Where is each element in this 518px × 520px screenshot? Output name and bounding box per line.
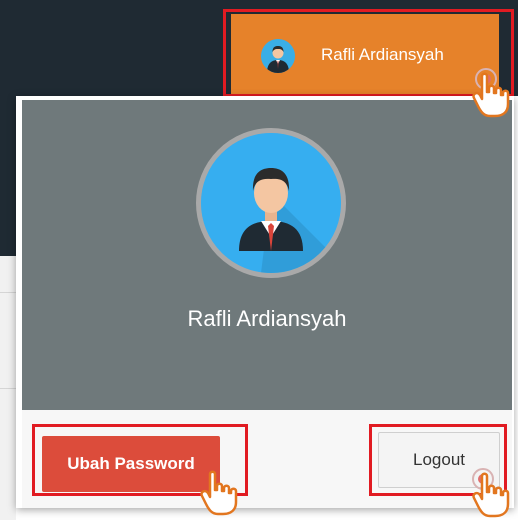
page-background xyxy=(0,96,16,520)
sidebar-dark-strip xyxy=(0,96,16,256)
user-avatar-icon xyxy=(261,39,295,73)
user-menu-button[interactable]: Rafli Ardiansyah xyxy=(231,14,499,100)
divider xyxy=(0,292,16,293)
user-avatar-icon xyxy=(261,39,295,73)
profile-header: Rafli Ardiansyah xyxy=(22,100,512,410)
app-frame: Rafli Ardiansyah Rafli Ardiansyah Ubah P… xyxy=(0,0,518,520)
logout-button[interactable]: Logout xyxy=(378,432,500,488)
user-name-label: Rafli Ardiansyah xyxy=(321,45,444,64)
user-avatar-icon xyxy=(201,133,341,273)
profile-avatar xyxy=(196,128,346,278)
profile-name: Rafli Ardiansyah xyxy=(187,306,347,331)
divider xyxy=(0,388,16,389)
change-password-button[interactable]: Ubah Password xyxy=(42,436,220,492)
